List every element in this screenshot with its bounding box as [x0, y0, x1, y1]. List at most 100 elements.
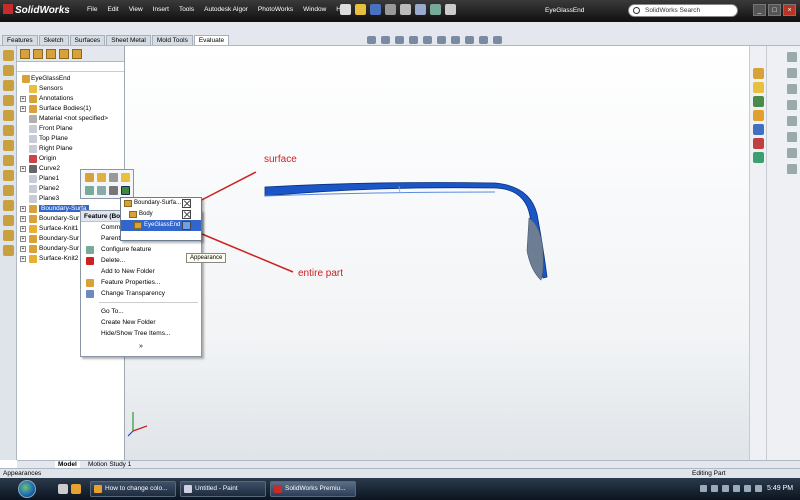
- close-icon[interactable]: ×: [783, 4, 796, 16]
- appearance-row-part[interactable]: EyeGlassEnd: [121, 220, 201, 231]
- start-button[interactable]: [0, 478, 54, 500]
- open-icon[interactable]: [355, 4, 366, 15]
- tray-icon[interactable]: [700, 485, 707, 492]
- tray-icon[interactable]: [722, 485, 729, 492]
- show-desktop-icon[interactable]: [58, 484, 68, 494]
- zoom-to-fit-icon[interactable]: [367, 36, 376, 44]
- new-document-icon[interactable]: [340, 4, 351, 15]
- tree-filter[interactable]: [17, 62, 124, 72]
- context-menu-item[interactable]: Change Transparency: [81, 288, 201, 299]
- expand-toggle-icon[interactable]: +: [20, 236, 26, 242]
- previous-view-icon[interactable]: [395, 36, 404, 44]
- tab-mold-tools[interactable]: Mold Tools: [151, 35, 193, 45]
- tab-evaluate[interactable]: Evaluate: [193, 35, 230, 45]
- tree-root[interactable]: EyeGlassEnd: [17, 74, 124, 84]
- feature-tool-icon[interactable]: [3, 155, 14, 166]
- appearance-row-body[interactable]: Body: [121, 209, 201, 220]
- view-settings-icon[interactable]: [493, 36, 502, 44]
- task-paint[interactable]: Untitled - Paint: [180, 481, 266, 497]
- pane-tool-icon[interactable]: [787, 84, 797, 94]
- section-view-icon[interactable]: [409, 36, 418, 44]
- apply-scene-icon[interactable]: [479, 36, 488, 44]
- context-menu-item[interactable]: Create New Folder: [81, 317, 201, 328]
- expand-toggle-icon[interactable]: +: [20, 226, 26, 232]
- save-icon[interactable]: [370, 4, 381, 15]
- rebuild-icon[interactable]: [430, 4, 441, 15]
- tray-icon[interactable]: [733, 485, 740, 492]
- print-icon[interactable]: [385, 4, 396, 15]
- appearance-row-feature[interactable]: Boundary-Surfa...: [121, 198, 201, 209]
- view-orientation-icon[interactable]: [423, 36, 432, 44]
- context-menu-item[interactable]: Add to New Folder: [81, 266, 201, 277]
- context-menu-item[interactable]: Hide/Show Tree Items...: [81, 328, 201, 339]
- normal-to-icon[interactable]: [109, 186, 118, 195]
- appearances-icon[interactable]: [753, 124, 764, 135]
- edit-sketch-icon[interactable]: [97, 173, 106, 182]
- feature-manager-tab-icon[interactable]: [20, 49, 30, 59]
- expand-toggle-icon[interactable]: +: [20, 256, 26, 262]
- edit-feature-icon[interactable]: [85, 173, 94, 182]
- feature-tool-icon[interactable]: [3, 50, 14, 61]
- feature-tool-icon[interactable]: [3, 245, 14, 256]
- feature-tool-icon[interactable]: [3, 140, 14, 151]
- feature-tool-icon[interactable]: [3, 110, 14, 121]
- feature-tool-icon[interactable]: [3, 200, 14, 211]
- tab-surfaces[interactable]: Surfaces: [69, 35, 106, 45]
- dimxpert-tab-icon[interactable]: [59, 49, 69, 59]
- custom-properties-icon[interactable]: [753, 138, 764, 149]
- rotate-icon[interactable]: [85, 186, 94, 195]
- select-icon[interactable]: [415, 4, 426, 15]
- tree-item[interactable]: Sensors: [17, 84, 124, 94]
- feature-tool-icon[interactable]: [3, 95, 14, 106]
- minimize-icon[interactable]: _: [753, 4, 766, 16]
- tree-item[interactable]: Origin: [17, 154, 124, 164]
- feature-tool-icon[interactable]: [3, 125, 14, 136]
- tree-item[interactable]: Front Plane: [17, 124, 124, 134]
- configuration-manager-tab-icon[interactable]: [46, 49, 56, 59]
- feature-tool-icon[interactable]: [3, 80, 14, 91]
- menu-window[interactable]: Window: [298, 6, 331, 13]
- menu-photoworks[interactable]: PhotoWorks: [253, 6, 298, 13]
- photoworks-icon[interactable]: [753, 152, 764, 163]
- tree-item[interactable]: + Annotations: [17, 94, 124, 104]
- tree-item[interactable]: + Surface Bodies(1): [17, 104, 124, 114]
- expand-toggle-icon[interactable]: +: [20, 166, 26, 172]
- eyeglass-end-part[interactable]: [264, 182, 548, 281]
- tab-motion-study[interactable]: Motion Study 1: [85, 461, 134, 468]
- context-menu-item[interactable]: Feature Properties...: [81, 277, 201, 288]
- context-menu-item[interactable]: Configure feature: [81, 244, 201, 255]
- view-palette-icon[interactable]: [753, 110, 764, 121]
- tree-item[interactable]: Top Plane: [17, 134, 124, 144]
- menu-edit[interactable]: Edit: [102, 6, 123, 13]
- tray-icon[interactable]: [711, 485, 718, 492]
- menu-autodesk-algor[interactable]: Autodesk Algor: [199, 6, 253, 13]
- tab-sheet-metal[interactable]: Sheet Metal: [106, 35, 151, 45]
- no-appearance-box[interactable]: [182, 199, 191, 208]
- tab-sketch[interactable]: Sketch: [38, 35, 69, 45]
- zoom-icon[interactable]: [97, 186, 106, 195]
- context-menu-item[interactable]: Delete...: [81, 255, 201, 266]
- tree-item[interactable]: Right Plane: [17, 144, 124, 154]
- suppress-icon[interactable]: [121, 173, 130, 182]
- expand-toggle-icon[interactable]: +: [20, 246, 26, 252]
- property-manager-tab-icon[interactable]: [33, 49, 43, 59]
- resources-icon[interactable]: [753, 68, 764, 79]
- display-manager-tab-icon[interactable]: [72, 49, 82, 59]
- solidworks-logo[interactable]: SolidWorks: [3, 4, 70, 16]
- display-style-icon[interactable]: [437, 36, 446, 44]
- firefox-icon[interactable]: [71, 484, 81, 494]
- part-appearance-swatch[interactable]: [182, 221, 191, 230]
- part-surface[interactable]: [264, 182, 548, 279]
- zoom-to-area-icon[interactable]: [381, 36, 390, 44]
- maximize-icon[interactable]: □: [768, 4, 781, 16]
- no-appearance-box[interactable]: [182, 210, 191, 219]
- feature-tool-icon[interactable]: [3, 230, 14, 241]
- expand-toggle-icon[interactable]: +: [20, 96, 26, 102]
- tree-item[interactable]: Material <not specified>: [17, 114, 124, 124]
- more-items-chevron[interactable]: »: [81, 343, 201, 350]
- pane-tool-icon[interactable]: [787, 148, 797, 158]
- options-icon[interactable]: [445, 4, 456, 15]
- undo-icon[interactable]: [400, 4, 411, 15]
- expand-toggle-icon[interactable]: +: [20, 206, 26, 212]
- task-browser[interactable]: How to change colo...: [90, 481, 176, 497]
